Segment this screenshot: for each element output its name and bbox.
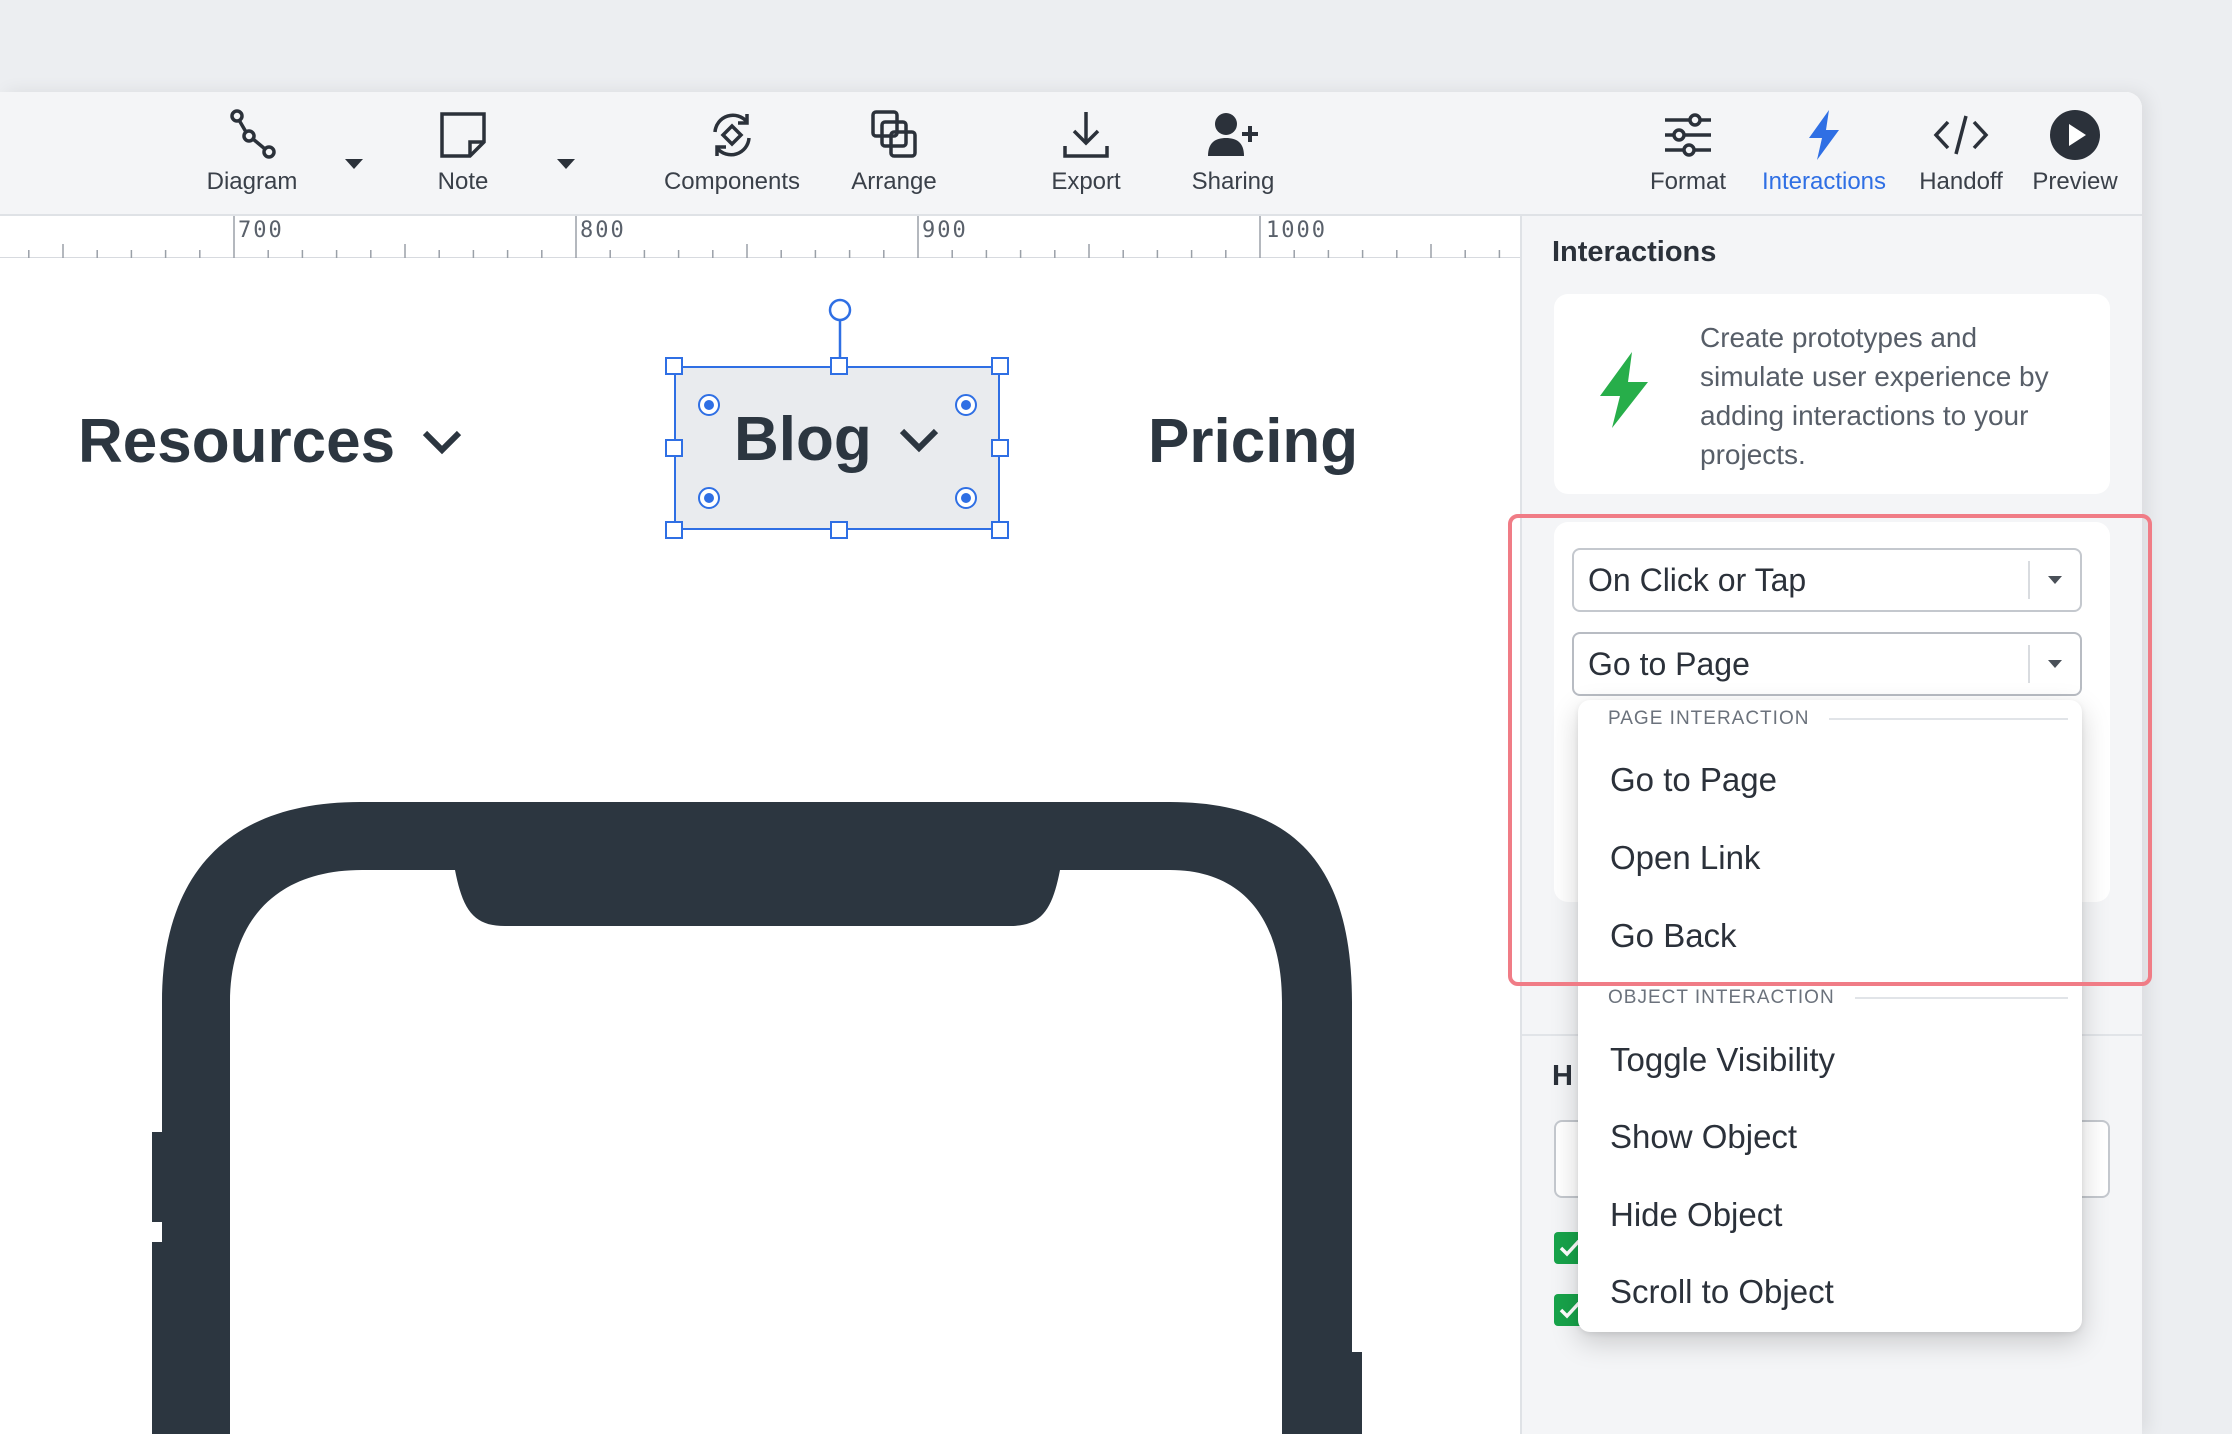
connection-point[interactable] [955,487,977,509]
arrange-button[interactable]: Arrange [819,106,969,206]
components-label: Components [663,168,801,195]
sharing-label: Sharing [1191,168,1275,195]
ruler-label-900: 900 [922,218,968,243]
code-icon [1933,115,1989,155]
caret-down-icon [2030,659,2080,669]
connection-point[interactable] [698,487,720,509]
trigger-select[interactable]: On Click or Tap [1572,548,2082,612]
resize-handle-right[interactable] [991,439,1009,457]
lightning-icon [1809,110,1839,160]
nav-item-blog: Blog [734,404,940,475]
trigger-select-value: On Click or Tap [1588,561,1807,598]
interactions-info-card: Create prototypes and simulate user expe… [1554,294,2110,494]
caret-down-icon [2030,575,2080,585]
export-button[interactable]: Export [1011,106,1161,206]
nav-item-resources-label: Resources [78,407,396,476]
nav-item-pricing[interactable]: Pricing [1148,406,1358,477]
resize-handle-top-left[interactable] [665,357,683,375]
group-rule [1829,718,2068,720]
menu-item-show-object[interactable]: Show Object [1578,1099,2082,1175]
diagram-button[interactable]: Diagram [177,106,327,206]
section-heading-partial: H [1552,1060,1573,1092]
resize-handle-bottom-right[interactable] [991,521,1009,539]
nav-item-blog-label: Blog [734,405,872,474]
resize-handle-bottom-left[interactable] [665,521,683,539]
nav-item-pricing-label: Pricing [1148,407,1359,476]
connection-point[interactable] [698,394,720,416]
object-interaction-group-header: OBJECT INTERACTION [1608,987,2068,1009]
object-interaction-group-label: OBJECT INTERACTION [1608,987,1835,1008]
ruler-label-800: 800 [580,218,626,243]
preview-label: Preview [2032,168,2118,195]
menu-item-hide-object[interactable]: Hide Object [1578,1177,2082,1253]
horizontal-ruler: 700 800 900 1000 [0,216,1520,258]
export-label: Export [1051,168,1121,195]
action-dropdown-menu: PAGE INTERACTION Go to Page Open Link Go… [1578,700,2082,1332]
resize-handle-left[interactable] [665,439,683,457]
menu-item-go-back[interactable]: Go Back [1578,898,2082,974]
components-icon [713,113,751,157]
menu-item-go-to-page[interactable]: Go to Page [1578,742,2082,818]
phone-frame-shape[interactable] [140,802,1380,1434]
panel-title: Interactions [1552,236,1717,268]
format-button[interactable]: Format [1613,106,1763,206]
format-icon [1665,113,1711,157]
resize-handle-top-right[interactable] [991,357,1009,375]
resize-handle-top[interactable] [830,357,848,375]
toolbar: Diagram Note Components Arrange Export S… [0,92,2142,216]
connection-point[interactable] [955,394,977,416]
selected-element-blog[interactable]: Blog [674,366,1000,530]
chevron-down-icon [422,430,462,454]
ruler-label-1000: 1000 [1266,218,1327,243]
arrange-label: Arrange [851,168,937,195]
menu-item-scroll-to-object[interactable]: Scroll to Object [1578,1254,2082,1330]
note-button[interactable]: Note [388,106,538,206]
page-interaction-group-label: PAGE INTERACTION [1608,708,1810,729]
caret-down-icon [345,159,363,169]
action-select-value: Go to Page [1588,645,1750,682]
diagram-label: Diagram [206,168,298,195]
resize-handle-bottom[interactable] [830,521,848,539]
nav-item-resources[interactable]: Resources [78,406,463,477]
format-label: Format [1649,168,1726,195]
preview-button[interactable]: Preview [2000,106,2142,206]
sharing-button[interactable]: Sharing [1158,106,1308,206]
play-icon [2050,110,2100,160]
diagram-dropdown-caret[interactable] [334,144,374,184]
design-canvas[interactable]: 700 800 900 1000 Resources Blog Pricing [0,216,1520,1434]
interactions-button[interactable]: Interactions [1749,106,1899,206]
interactions-label: Interactions [1761,168,1887,195]
lightning-icon [1600,352,1648,428]
handoff-label: Handoff [1919,168,2003,195]
export-icon [1063,112,1109,158]
note-label: Note [437,168,489,195]
note-dropdown-caret[interactable] [546,144,586,184]
caret-down-icon [557,159,575,169]
action-select[interactable]: Go to Page [1572,632,2082,696]
menu-item-open-link[interactable]: Open Link [1578,820,2082,896]
menu-item-toggle-visibility[interactable]: Toggle Visibility [1578,1022,2082,1098]
note-icon [440,112,486,158]
chevron-down-icon [899,428,938,452]
components-button[interactable]: Components [657,106,807,206]
ruler-label-700: 700 [238,218,284,243]
group-rule [1854,997,2068,999]
sharing-icon [1208,113,1258,156]
arrange-icon [871,110,917,158]
info-text: Create prototypes and simulate user expe… [1700,322,2049,470]
page-interaction-group-header: PAGE INTERACTION [1608,708,2068,730]
diagram-icon [230,109,276,159]
